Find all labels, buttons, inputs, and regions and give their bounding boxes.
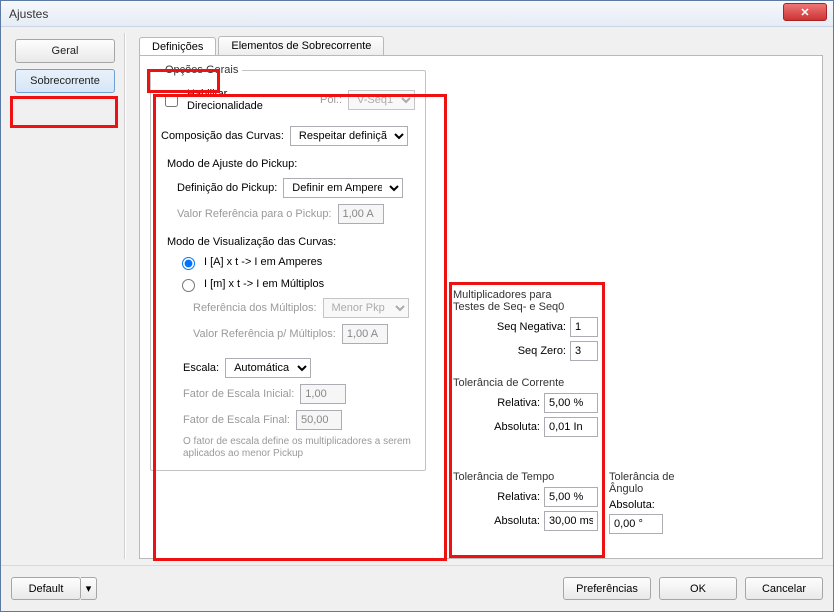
input-toltemp-rel[interactable] xyxy=(544,487,598,507)
select-def-pickup[interactable]: Definir em Amperes xyxy=(283,178,403,198)
input-seq-zero[interactable] xyxy=(570,341,598,361)
group-tol-corrente: Tolerância de Corrente Relativa: Absolut… xyxy=(453,377,598,441)
label-ref-mult: Referência dos Múltiplos: xyxy=(193,302,317,314)
group-tol-angulo: Tolerância de Ângulo Absoluta: xyxy=(609,471,704,534)
label-viz-amp: I [A] x t -> I em Amperes xyxy=(204,256,322,268)
input-toltemp-abs[interactable] xyxy=(544,511,598,531)
default-dropdown-arrow[interactable]: ▾ xyxy=(81,577,97,600)
title-tol-corrente: Tolerância de Corrente xyxy=(453,377,598,389)
radio-viz-amp[interactable] xyxy=(182,257,195,270)
label-seq-zero: Seq Zero: xyxy=(453,345,566,357)
legend-opcoes: Opções Gerais xyxy=(161,64,242,76)
label-habilitar-dir: Habilitar Direcionalidade xyxy=(187,88,292,112)
input-tolcorr-abs[interactable] xyxy=(544,417,598,437)
label-valref-mult: Valor Referência p/ Múltiplos: xyxy=(193,328,336,340)
default-button[interactable]: Default ▾ xyxy=(11,577,81,600)
label-ref-pickup: Valor Referência para o Pickup: xyxy=(177,208,332,220)
title-tol-tempo: Tolerância de Tempo xyxy=(453,471,598,483)
label-fef: Fator de Escala Final: xyxy=(183,414,290,426)
highlight-sobrecorrente xyxy=(10,96,118,128)
titlebar: Ajustes ✕ xyxy=(1,1,833,27)
select-pol[interactable]: V-Seq1 xyxy=(348,90,415,110)
label-modo-pickup: Modo de Ajuste do Pickup: xyxy=(167,158,415,170)
label-toltemp-rel: Relativa: xyxy=(497,491,540,503)
vertical-divider-light xyxy=(125,33,126,559)
radio-viz-mult[interactable] xyxy=(182,279,195,292)
ok-button[interactable]: OK xyxy=(659,577,737,600)
label-viz-mult: I [m] x t -> I em Múltiplos xyxy=(204,278,324,290)
bottom-bar: Default ▾ Preferências OK Cancelar xyxy=(1,565,833,611)
cancel-button[interactable]: Cancelar xyxy=(745,577,823,600)
label-escala: Escala: xyxy=(183,362,219,374)
title-multiplicadores: Multiplicadores para Testes de Seq- e Se… xyxy=(453,289,583,313)
client-area: Geral Sobrecorrente Definições Elementos… xyxy=(1,27,833,611)
tab-definicoes[interactable]: Definições xyxy=(139,37,216,56)
label-fei: Fator de Escala Inicial: xyxy=(183,388,294,400)
label-pol: Pol.: xyxy=(320,94,342,106)
note-escala: O fator de escala define os multiplicado… xyxy=(183,436,413,460)
checkbox-habilitar-dir[interactable] xyxy=(165,94,178,107)
group-opcoes-gerais: Opções Gerais Habilitar Direcionalidade … xyxy=(150,64,426,471)
input-tolang-abs[interactable] xyxy=(609,514,663,534)
label-tolcorr-rel: Relativa: xyxy=(497,397,540,409)
select-ref-mult[interactable]: Menor Pkp xyxy=(323,298,409,318)
chevron-down-icon: ▾ xyxy=(86,582,92,595)
preferencias-button[interactable]: Preferências xyxy=(563,577,651,600)
input-seq-neg[interactable] xyxy=(570,317,598,337)
input-fef[interactable] xyxy=(296,410,342,430)
label-seq-neg: Seq Negativa: xyxy=(453,321,566,333)
close-icon: ✕ xyxy=(800,6,809,19)
settings-window: Ajustes ✕ Geral Sobrecorrente Definições… xyxy=(0,0,834,612)
input-tolcorr-rel[interactable] xyxy=(544,393,598,413)
close-button[interactable]: ✕ xyxy=(783,3,827,21)
label-tolang-abs: Absoluta: xyxy=(609,499,704,511)
title-tol-angulo: Tolerância de Ângulo xyxy=(609,471,689,495)
tab-elementos[interactable]: Elementos de Sobrecorrente xyxy=(218,36,384,55)
input-fei[interactable] xyxy=(300,384,346,404)
left-nav: Geral Sobrecorrente xyxy=(11,33,119,99)
select-escala[interactable]: Automática xyxy=(225,358,311,378)
window-title: Ajustes xyxy=(9,7,48,21)
group-multiplicadores: Multiplicadores para Testes de Seq- e Se… xyxy=(453,289,598,365)
label-modo-viz: Modo de Visualização das Curvas: xyxy=(167,236,415,248)
select-composicao[interactable]: Respeitar definição xyxy=(290,126,408,146)
input-ref-pickup[interactable] xyxy=(338,204,384,224)
label-def-pickup: Definição do Pickup: xyxy=(177,182,277,194)
nav-general[interactable]: Geral xyxy=(15,39,115,63)
label-composicao: Composição das Curvas: xyxy=(161,130,284,142)
group-tol-tempo: Tolerância de Tempo Relativa: Absoluta: xyxy=(453,471,598,535)
label-toltemp-abs: Absoluta: xyxy=(494,515,540,527)
nav-sobrecorrente[interactable]: Sobrecorrente xyxy=(15,69,115,93)
tab-strip: Definições Elementos de Sobrecorrente xyxy=(139,33,823,55)
label-tolcorr-abs: Absoluta: xyxy=(494,421,540,433)
input-valref-mult[interactable] xyxy=(342,324,388,344)
